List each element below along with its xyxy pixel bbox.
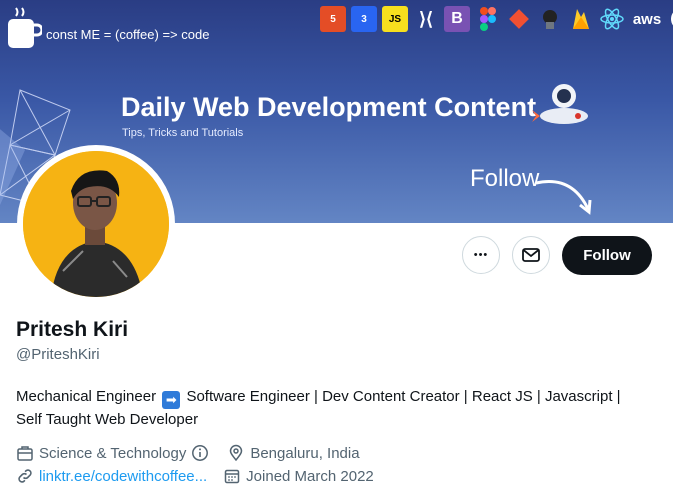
profile-joined: Joined March 2022 bbox=[246, 467, 374, 485]
location-icon bbox=[230, 444, 243, 462]
vscode-icon: ⟩⟨ bbox=[418, 8, 434, 29]
aws-icon: aws bbox=[632, 10, 662, 28]
github-icon bbox=[537, 6, 563, 32]
person-silhouette-icon bbox=[23, 151, 169, 297]
react-icon bbox=[599, 6, 625, 32]
message-button[interactable] bbox=[512, 236, 550, 274]
right-arrow-emoji-icon: ➡ bbox=[162, 391, 181, 409]
profile-category: Science & Technology bbox=[39, 444, 187, 462]
link-icon bbox=[18, 469, 32, 483]
bio-part-1: Mechanical Engineer bbox=[16, 388, 157, 405]
tech-icons: 5 3 JS ⟩⟨ B aws bbox=[320, 6, 673, 32]
css3-icon: 3 bbox=[351, 6, 377, 32]
profile-meta-row-1: Science & Technology Bengaluru, India bbox=[16, 444, 360, 462]
html5-icon: 5 bbox=[320, 6, 346, 32]
bootstrap-icon: B bbox=[444, 6, 470, 32]
profile-location: Bengaluru, India bbox=[250, 444, 360, 462]
more-options-button[interactable]: ••• bbox=[462, 236, 500, 274]
curved-arrow-icon bbox=[535, 180, 592, 215]
coffee-mug-icon bbox=[8, 7, 42, 48]
astronaut-rocket-icon bbox=[532, 84, 588, 124]
firebase-icon bbox=[568, 6, 594, 32]
follow-button[interactable]: Follow bbox=[562, 236, 652, 275]
banner-title: Daily Web Development Content bbox=[121, 92, 537, 122]
gatsby-icon bbox=[669, 6, 673, 32]
profile-meta-row-2: linktr.ee/codewithcoffee... Joined March… bbox=[16, 467, 374, 485]
info-icon[interactable] bbox=[191, 444, 209, 462]
profile-handle: @PriteshKiri bbox=[16, 346, 100, 363]
envelope-icon bbox=[522, 248, 540, 262]
profile-name: Pritesh Kiri bbox=[16, 318, 129, 341]
briefcase-icon bbox=[17, 446, 33, 461]
calendar-icon bbox=[224, 469, 240, 484]
profile-bio: Mechanical Engineer ➡ Software Engineer … bbox=[16, 386, 646, 431]
avatar-photo bbox=[23, 151, 169, 297]
banner-follow-text: Follow bbox=[470, 165, 540, 192]
figma-icon bbox=[475, 6, 501, 32]
js-icon: JS bbox=[382, 6, 408, 32]
banner-subtitle: Tips, Tricks and Tutorials bbox=[122, 127, 244, 139]
banner-tagline: const ME = (coffee) => code bbox=[46, 27, 210, 42]
avatar[interactable] bbox=[17, 145, 175, 303]
profile-link[interactable]: linktr.ee/codewithcoffee... bbox=[39, 468, 207, 485]
more-icon: ••• bbox=[473, 249, 489, 261]
git-icon bbox=[506, 6, 532, 32]
